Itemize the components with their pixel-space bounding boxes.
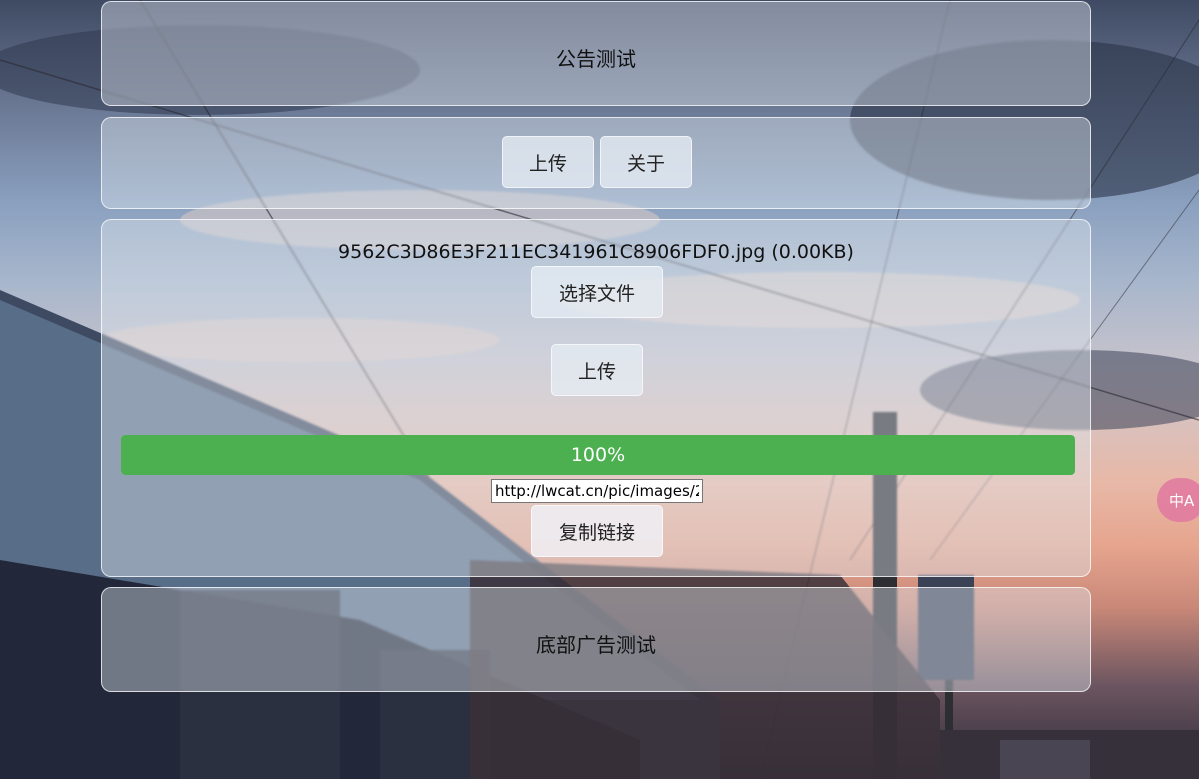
- upload-progress-bar: 100%: [121, 435, 1075, 475]
- selected-file-info: 9562C3D86E3F211EC341961C8906FDF0.jpg (0.…: [338, 241, 854, 263]
- copy-link-button[interactable]: 复制链接: [531, 505, 663, 557]
- upload-button[interactable]: 上传: [551, 344, 643, 396]
- nav-about-button[interactable]: 关于: [600, 136, 692, 188]
- footer-ad-panel: 底部广告测试: [101, 587, 1091, 692]
- notice-text: 公告测试: [556, 47, 636, 71]
- translate-widget-button[interactable]: 中A: [1157, 478, 1199, 522]
- nav-panel: 上传 关于: [101, 117, 1091, 209]
- translate-icon: 中A: [1169, 491, 1195, 510]
- progress-label: 100%: [570, 444, 626, 466]
- footer-ad-text: 底部广告测试: [536, 633, 656, 657]
- choose-file-button[interactable]: 选择文件: [531, 266, 663, 318]
- nav-upload-button[interactable]: 上传: [502, 136, 594, 188]
- notice-panel: 公告测试: [101, 1, 1091, 106]
- image-link-input[interactable]: [491, 479, 703, 503]
- upload-panel: 9562C3D86E3F211EC341961C8906FDF0.jpg (0.…: [101, 219, 1091, 577]
